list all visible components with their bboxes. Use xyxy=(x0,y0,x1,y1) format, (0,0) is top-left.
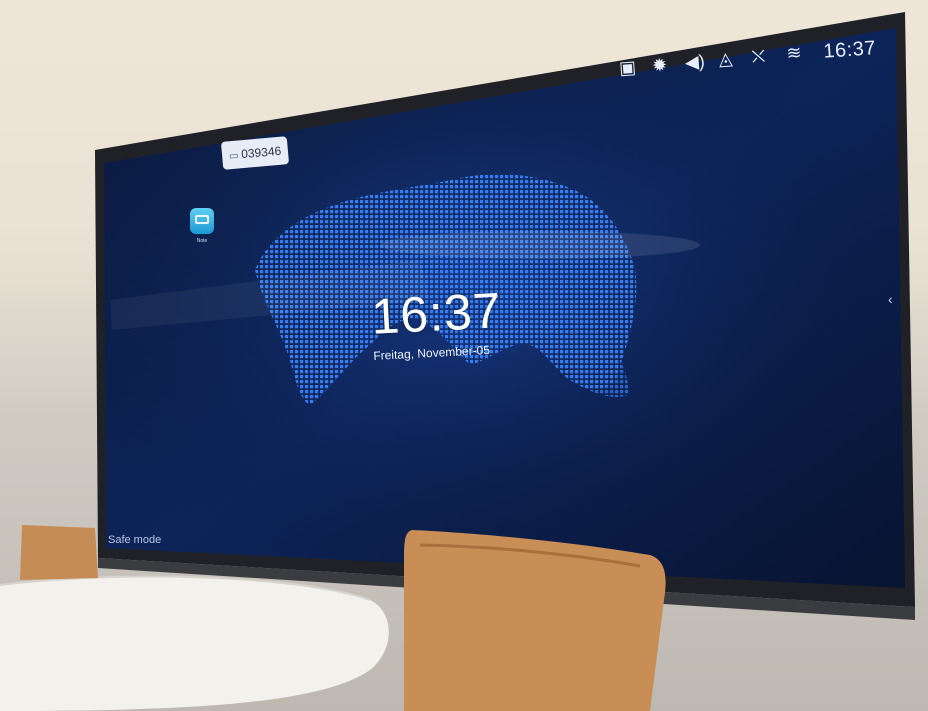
safe-mode-label: Safe mode xyxy=(108,534,162,546)
network-icon[interactable]: ⛌ xyxy=(751,46,766,67)
wooden-chair xyxy=(404,530,666,711)
lockscreen-time: 16:37 xyxy=(370,282,503,345)
screen-icon: ▭ xyxy=(228,150,239,163)
device-id-code: 039346 xyxy=(240,143,282,162)
photo-scene: ▣ ✹ ◀) ◬ ⛌ ≋ 16:37 ▭ 039346 Note 16:37 Fr… xyxy=(0,0,928,711)
signal-icon[interactable]: ◬ xyxy=(718,48,733,69)
round-table xyxy=(0,576,389,711)
wifi-icon[interactable]: ≋ xyxy=(786,42,802,63)
volume-icon[interactable]: ◀) xyxy=(684,51,705,72)
note-app-label: Note xyxy=(196,238,208,244)
status-clock: 16:37 xyxy=(822,37,877,63)
note-app-icon[interactable] xyxy=(190,208,214,234)
screen-mirror-icon[interactable]: ▣ xyxy=(618,57,636,78)
device-id-tag[interactable]: ▭ 039346 xyxy=(220,136,290,170)
chevron-left-icon[interactable]: ‹ xyxy=(888,291,893,307)
brightness-icon[interactable]: ✹ xyxy=(651,55,667,76)
